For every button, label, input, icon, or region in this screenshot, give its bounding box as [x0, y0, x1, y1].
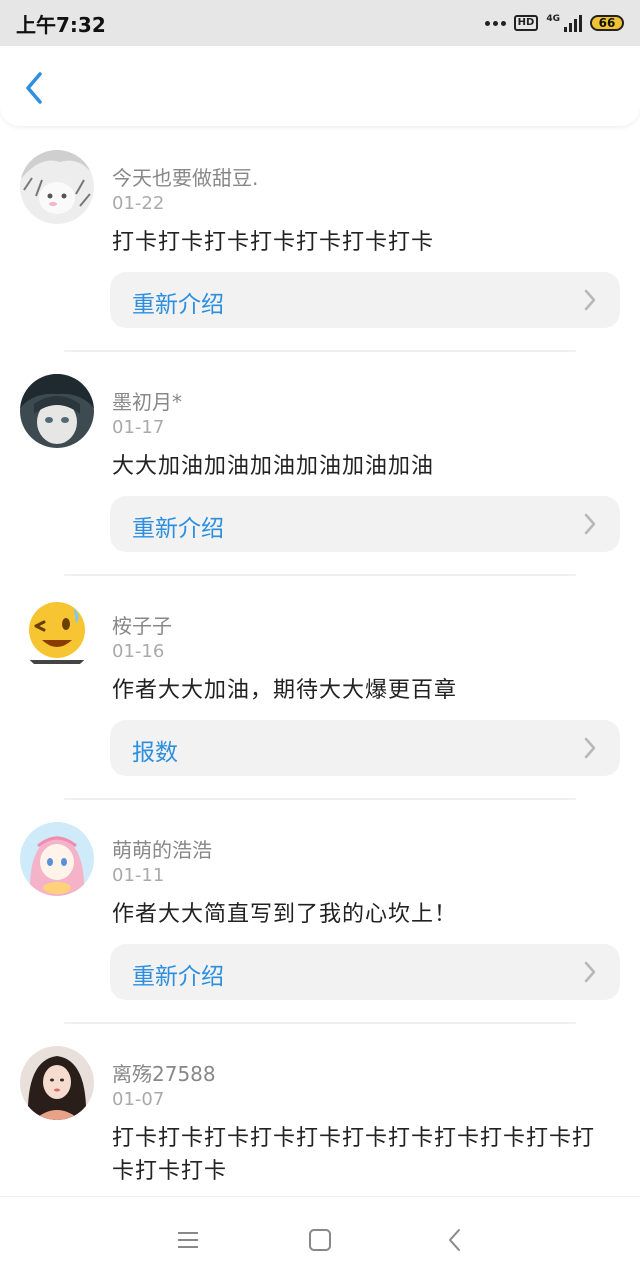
battery-icon: 66: [590, 15, 624, 31]
reintroduce-button[interactable]: 重新介绍: [110, 272, 620, 328]
comment-text: 作者大大简直写到了我的心坎上！: [112, 902, 458, 927]
comment-text: 作者大大加油，期待大大爆更百章: [112, 678, 458, 703]
network-label: 4G: [546, 14, 560, 24]
top-bar: [0, 46, 640, 126]
comment-date: 01-07: [112, 1089, 165, 1110]
comment-item: 今天也要做甜豆. 01-22 打卡打卡打卡打卡打卡打卡打卡 重新介绍: [0, 140, 640, 364]
back-chevron-icon[interactable]: [18, 70, 54, 106]
comment-item: 墨初月* 01-17 大大加油加油加油加油加油加油 重新介绍: [0, 364, 640, 588]
user-name[interactable]: 离殇27588: [112, 1058, 216, 1087]
action-label: 重新介绍: [132, 964, 224, 990]
avatar[interactable]: [20, 1046, 94, 1120]
menu-icon[interactable]: [173, 1225, 203, 1255]
comment-item: 桉子子 01-16 作者大大加油，期待大大爆更百章 报数: [0, 588, 640, 812]
divider: [64, 1022, 576, 1024]
comment-text: 打卡打卡打卡打卡打卡打卡打卡: [112, 230, 435, 255]
chevron-right-icon: [584, 513, 596, 535]
more-dots-icon: [484, 20, 506, 26]
avatar[interactable]: [20, 598, 94, 672]
action-label: 重新介绍: [132, 292, 224, 318]
battery-level: 66: [598, 16, 616, 30]
user-name[interactable]: 墨初月*: [112, 386, 182, 415]
action-label: 重新介绍: [132, 516, 224, 542]
back-triangle-icon[interactable]: [440, 1225, 470, 1255]
status-bar: 上午7:32 HD 4G 66: [0, 0, 640, 46]
comment-text: 大大加油加油加油加油加油加油: [112, 454, 435, 479]
avatar[interactable]: [20, 150, 94, 224]
hd-badge: HD: [513, 15, 539, 31]
avatar[interactable]: [20, 374, 94, 448]
status-icons: HD 4G 66: [484, 14, 624, 32]
status-time: 上午7:32: [16, 12, 106, 37]
comment-item: 萌萌的浩浩 01-11 作者大大简直写到了我的心坎上！ 重新介绍: [0, 812, 640, 1036]
reintroduce-button[interactable]: 重新介绍: [110, 496, 620, 552]
system-nav-bar: [0, 1196, 640, 1281]
divider: [64, 574, 576, 576]
comment-list: 今天也要做甜豆. 01-22 打卡打卡打卡打卡打卡打卡打卡 重新介绍 墨初月* …: [0, 140, 640, 1260]
comment-date: 01-11: [112, 865, 165, 886]
comment-date: 01-16: [112, 641, 165, 662]
home-square-icon[interactable]: [305, 1225, 335, 1255]
chevron-right-icon: [584, 289, 596, 311]
action-label: 报数: [132, 740, 178, 766]
comment-date: 01-17: [112, 417, 165, 438]
comment-text: 打卡打卡打卡打卡打卡打卡打卡打卡打卡打卡打卡打卡打卡: [112, 1126, 596, 1184]
chevron-right-icon: [584, 961, 596, 983]
user-name[interactable]: 萌萌的浩浩: [112, 834, 212, 863]
divider: [64, 798, 576, 800]
signal-icon: 4G: [546, 14, 582, 32]
avatar[interactable]: [20, 822, 94, 896]
user-name[interactable]: 桉子子: [112, 610, 172, 639]
user-name[interactable]: 今天也要做甜豆.: [112, 162, 258, 191]
comment-date: 01-22: [112, 193, 165, 214]
reintroduce-button[interactable]: 重新介绍: [110, 944, 620, 1000]
divider: [64, 350, 576, 352]
chevron-right-icon: [584, 737, 596, 759]
report-count-button[interactable]: 报数: [110, 720, 620, 776]
